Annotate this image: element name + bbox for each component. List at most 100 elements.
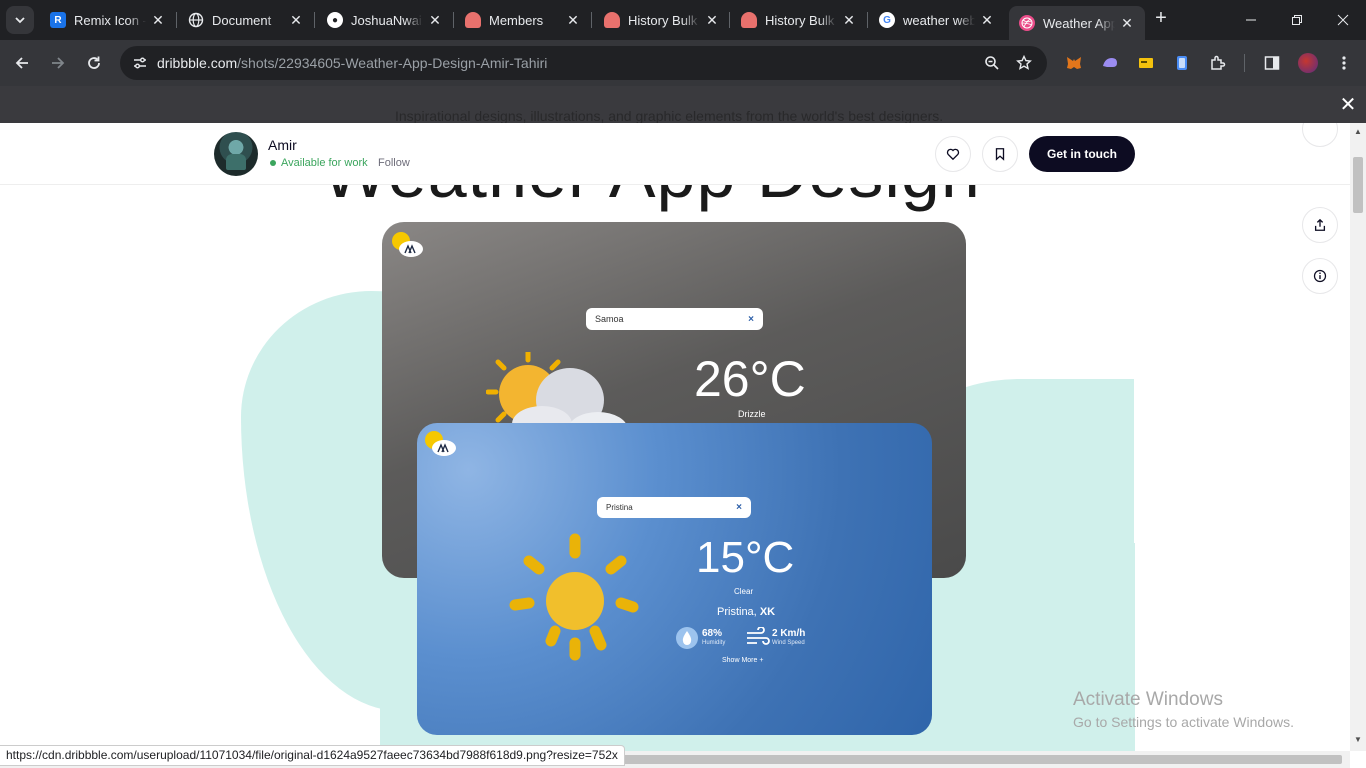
extension-purple-icon[interactable] bbox=[1100, 53, 1120, 73]
follow-button[interactable]: Follow bbox=[378, 157, 410, 169]
web-page: Inspirational designs, illustrations, an… bbox=[0, 86, 1366, 768]
forward-button[interactable] bbox=[43, 48, 73, 78]
address-bar[interactable]: dribbble.com/shots/22934605-Weather-App-… bbox=[120, 46, 1047, 80]
new-tab-button[interactable]: + bbox=[1150, 8, 1172, 30]
bookmark-icon bbox=[995, 148, 1005, 161]
tab-title: weather web bbox=[903, 12, 975, 28]
tab-history-bulk-2[interactable]: History Bulk ✕ bbox=[731, 6, 867, 34]
bulk-icon bbox=[604, 12, 620, 28]
wind-icon bbox=[747, 627, 770, 645]
designer-avatar[interactable] bbox=[214, 132, 258, 176]
tab-title: JoshuaNwaiz bbox=[351, 12, 423, 28]
tab-divider bbox=[591, 12, 592, 28]
bulk-icon bbox=[741, 12, 757, 28]
show-more-link[interactable]: Show More + bbox=[722, 657, 763, 664]
heart-icon bbox=[946, 148, 960, 161]
remix-icon: R bbox=[50, 12, 66, 28]
clear-search-icon[interactable]: × bbox=[736, 502, 742, 513]
tab-divider bbox=[453, 12, 454, 28]
tab-strip: R Remix Icon - Open source ✕ Document ✕ … bbox=[0, 0, 1366, 40]
reload-button[interactable] bbox=[79, 48, 109, 78]
back-button[interactable] bbox=[7, 48, 37, 78]
search-value: Pristina bbox=[606, 503, 633, 512]
close-tab-icon[interactable]: ✕ bbox=[427, 12, 443, 29]
dribbble-icon bbox=[1019, 15, 1035, 31]
get-in-touch-button[interactable]: Get in touch bbox=[1029, 136, 1135, 172]
arrow-right-icon bbox=[52, 57, 65, 69]
close-window-button[interactable] bbox=[1320, 0, 1366, 40]
country-code: XK bbox=[759, 606, 776, 618]
scroll-down-icon[interactable]: ▼ bbox=[1354, 735, 1362, 744]
tab-members[interactable]: Members ✕ bbox=[455, 6, 591, 34]
close-tab-icon[interactable]: ✕ bbox=[150, 12, 166, 29]
temperature-value: 26°C bbox=[694, 351, 806, 407]
tab-divider bbox=[314, 12, 315, 28]
extension-blue-icon[interactable] bbox=[1172, 53, 1192, 73]
minimize-icon bbox=[1246, 19, 1256, 21]
close-modal-icon[interactable]: ✕ bbox=[1338, 95, 1358, 115]
close-tab-icon[interactable]: ✕ bbox=[565, 12, 581, 29]
reload-icon bbox=[88, 56, 100, 69]
city-search-input[interactable]: Samoa × bbox=[586, 308, 763, 330]
side-panel-icon[interactable] bbox=[1262, 53, 1282, 73]
info-icon bbox=[1313, 269, 1327, 283]
arrow-left-icon bbox=[15, 57, 28, 69]
humidity-value: 68% bbox=[702, 628, 723, 639]
tab-remix-icon[interactable]: R Remix Icon - Open source ✕ bbox=[40, 6, 176, 34]
tab-search-button[interactable] bbox=[6, 6, 34, 34]
restore-icon bbox=[1292, 15, 1302, 25]
like-button[interactable] bbox=[935, 136, 971, 172]
github-icon: ● bbox=[327, 12, 343, 28]
close-tab-icon[interactable]: ✕ bbox=[704, 12, 720, 29]
extension-yellow-icon[interactable] bbox=[1136, 53, 1156, 73]
status-dot bbox=[270, 160, 276, 166]
restore-button[interactable] bbox=[1274, 0, 1320, 40]
condition-label: Clear bbox=[734, 587, 754, 596]
menu-kebab-icon[interactable] bbox=[1334, 53, 1354, 73]
tab-history-bulk-1[interactable]: History Bulk ✕ bbox=[594, 6, 730, 34]
app-logo-icon bbox=[425, 431, 456, 456]
city-search-input[interactable]: Pristina × bbox=[597, 497, 751, 518]
details-button[interactable] bbox=[1302, 258, 1338, 294]
tab-divider bbox=[176, 12, 177, 28]
clear-search-icon[interactable]: × bbox=[748, 314, 754, 325]
zoom-icon[interactable] bbox=[982, 53, 1002, 73]
tab-weather-web[interactable]: G weather web ✕ bbox=[869, 6, 1005, 34]
app-logo-icon bbox=[392, 232, 423, 257]
link-status-bar: https://cdn.dribbble.com/userupload/1107… bbox=[0, 745, 625, 766]
tab-title: Remix Icon - Open source bbox=[74, 12, 146, 28]
close-tab-icon[interactable]: ✕ bbox=[288, 12, 304, 29]
weather-card-blue: Pristina × 15°C Clear Pristina, XK 68% H… bbox=[417, 423, 932, 735]
tab-weather-app[interactable]: Weather App ✕ bbox=[1009, 6, 1145, 40]
tab-title: Weather App bbox=[1043, 15, 1115, 31]
metamask-icon[interactable] bbox=[1064, 53, 1084, 73]
vertical-scrollbar[interactable]: ▲ ▼ bbox=[1350, 123, 1366, 751]
bookmark-star-icon[interactable] bbox=[1014, 53, 1034, 73]
minimize-button[interactable] bbox=[1228, 0, 1274, 40]
search-value: Samoa bbox=[595, 314, 624, 324]
google-icon: G bbox=[879, 12, 895, 28]
close-tab-icon[interactable]: ✕ bbox=[841, 12, 857, 29]
share-button[interactable] bbox=[1302, 207, 1338, 243]
extensions-puzzle-icon[interactable] bbox=[1208, 53, 1228, 73]
tab-github[interactable]: ● JoshuaNwaiz ✕ bbox=[317, 6, 453, 34]
temperature-value: 15°C bbox=[696, 533, 795, 582]
url-host: dribbble.com bbox=[157, 55, 238, 71]
save-button[interactable] bbox=[982, 136, 1018, 172]
tab-divider bbox=[867, 12, 868, 28]
profile-avatar[interactable] bbox=[1298, 53, 1318, 73]
globe-icon bbox=[188, 12, 204, 28]
scroll-up-icon[interactable]: ▲ bbox=[1354, 127, 1362, 136]
tab-title: History Bulk bbox=[765, 12, 835, 28]
designer-name[interactable]: Amir bbox=[268, 137, 297, 153]
city-name: Pristina, bbox=[717, 606, 757, 618]
tab-divider bbox=[729, 12, 730, 28]
close-tab-icon[interactable]: ✕ bbox=[979, 12, 995, 29]
tab-document[interactable]: Document ✕ bbox=[178, 6, 314, 34]
scrollbar-thumb[interactable] bbox=[1353, 157, 1363, 213]
shot-modal: Weather App Design Amir Available for wo… bbox=[0, 123, 1350, 768]
close-tab-icon[interactable]: ✕ bbox=[1119, 15, 1135, 32]
url-path: /shots/22934605-Weather-App-Design-Amir-… bbox=[237, 55, 548, 71]
site-info-icon[interactable] bbox=[128, 51, 152, 75]
toolbar-divider bbox=[1244, 54, 1245, 72]
